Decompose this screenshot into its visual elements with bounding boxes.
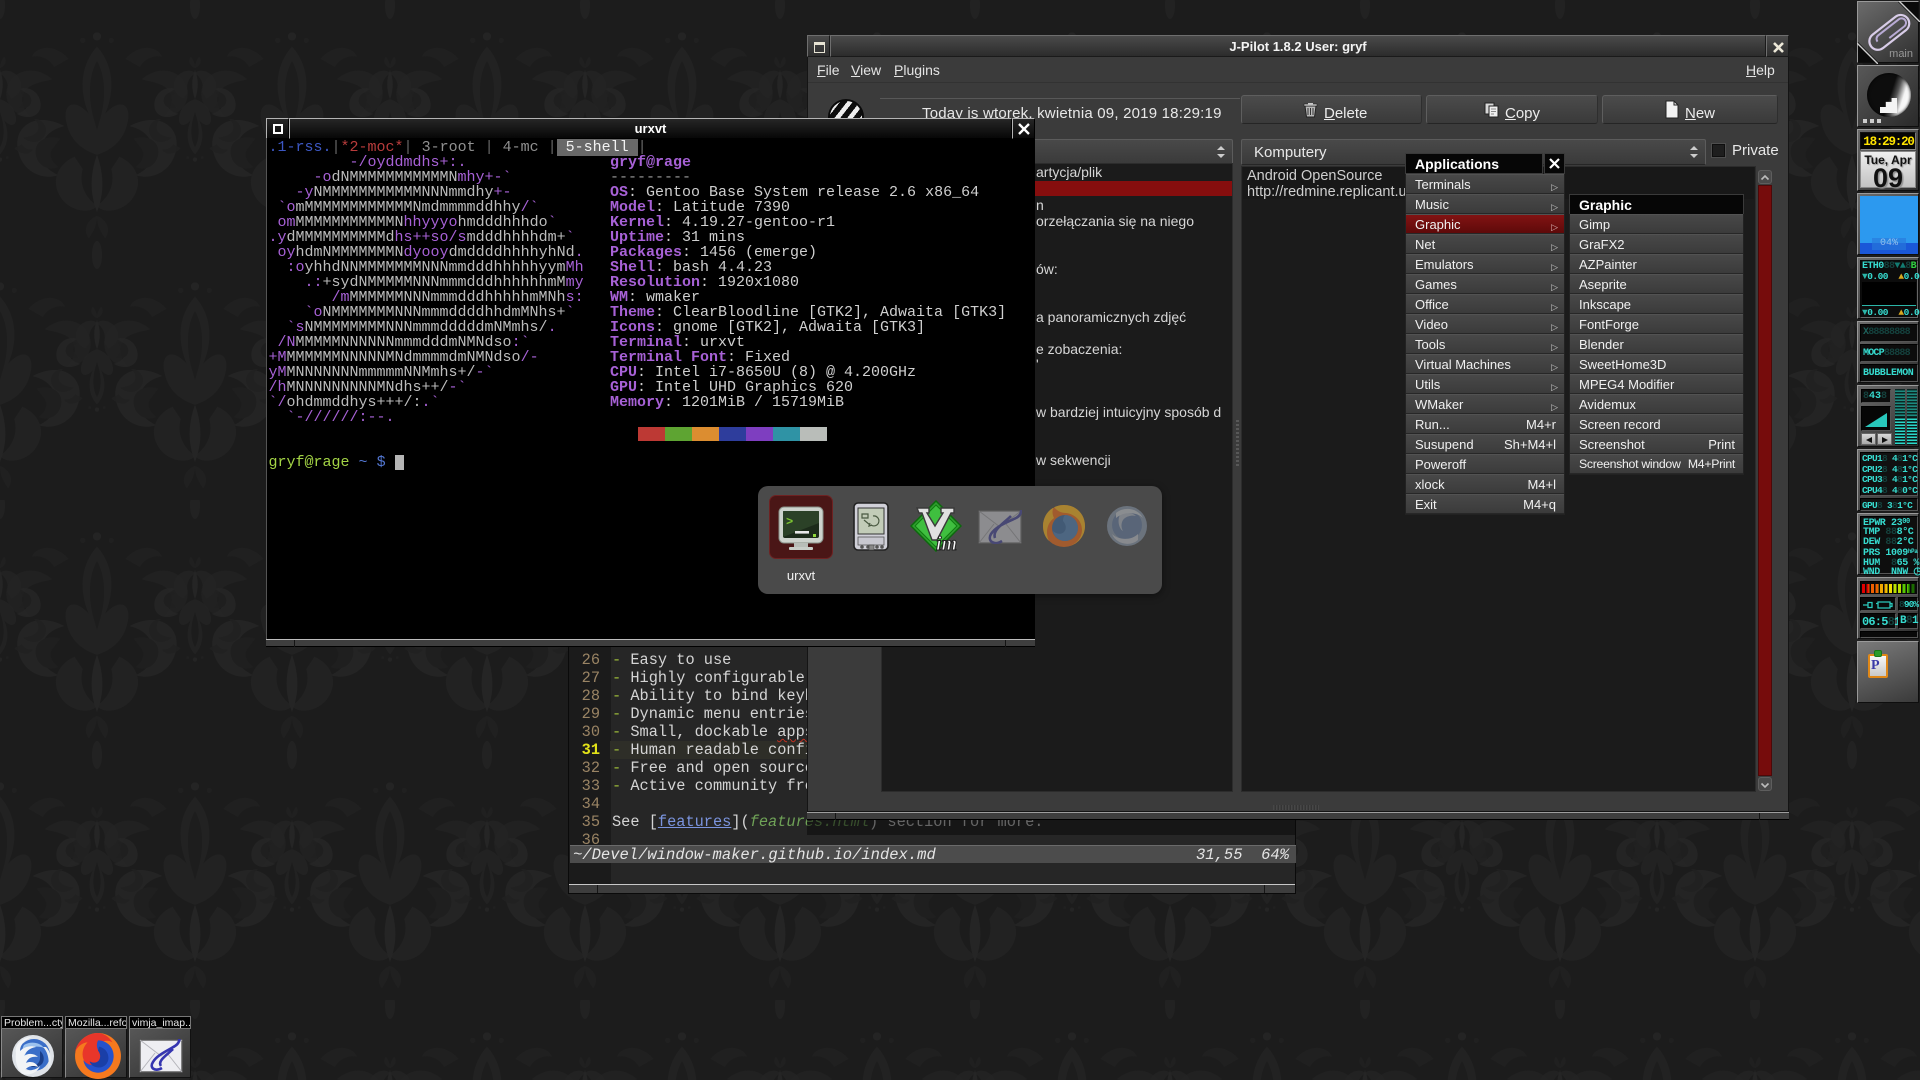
svg-text:>: >	[786, 515, 793, 529]
svg-text:im: im	[936, 533, 957, 552]
